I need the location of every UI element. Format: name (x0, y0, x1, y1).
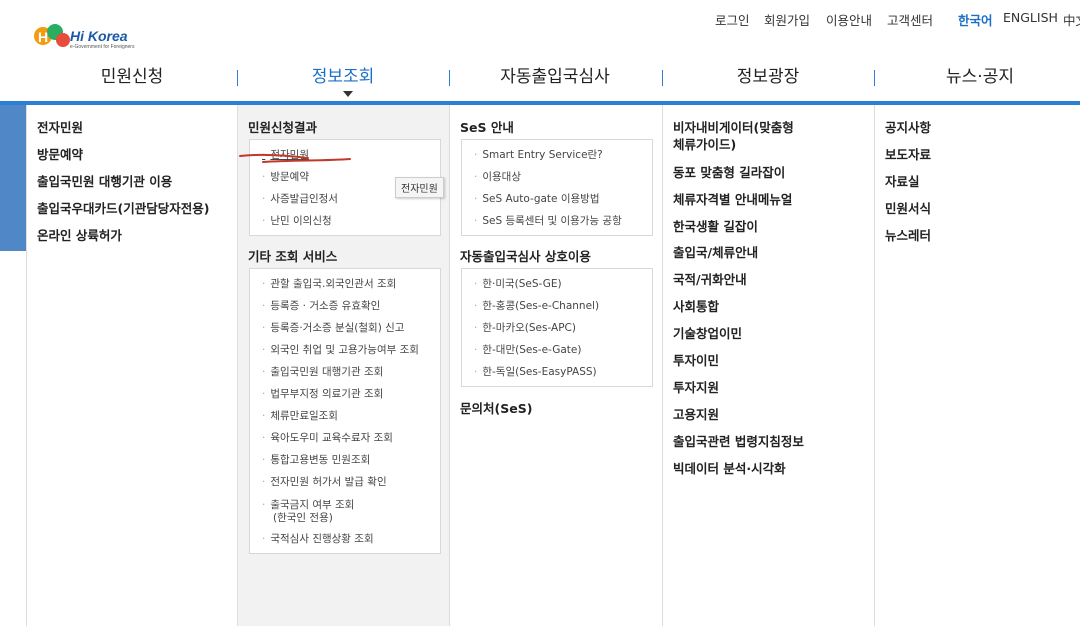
link-ses-autogate[interactable]: SeS Auto-gate 이용방법 (474, 191, 599, 206)
link-employment-change[interactable]: 통합고용변동 민원조회 (262, 452, 370, 467)
link-office-lookup[interactable]: 관할 출입국.외국인관서 조회 (262, 276, 396, 291)
link-employment-check[interactable]: 외국인 취업 및 고용가능여부 조회 (262, 342, 419, 357)
menu-ses-contact[interactable]: 문의처(SeS) (460, 398, 532, 417)
other-services-box: 관할 출입국.외국인관서 조회 등록증 · 거소증 유효확인 등록증·거소증 분… (249, 268, 441, 554)
mutual-use-box: 한·미국(SeS-GE) 한-홍콩(Ses-e-Channel) 한-마카오(S… (461, 268, 653, 387)
submenu-news-notice: 공지사항 보도자료 자료실 민원서식 뉴스레터 (874, 105, 1080, 626)
main-nav: 민원신청 정보조회 자동출입국심사 정보광장 뉴스·공지 (0, 62, 1080, 100)
menu-stay-status-manual[interactable]: 체류자격별 안내메뉴얼 (673, 189, 792, 208)
menu-civil-forms[interactable]: 민원서식 (885, 198, 931, 217)
side-tab (0, 105, 27, 251)
lang-english[interactable]: ENGLISH (1003, 10, 1058, 25)
nav-divider (662, 70, 663, 86)
nav-info-plaza[interactable]: 정보광장 (662, 62, 874, 87)
link-korea-germany[interactable]: 한-독일(Ses-EasyPASS) (474, 364, 596, 379)
utility-nav: 로그인 회원가입 이용안내 고객센터 한국어 ENGLISH 中文 (0, 10, 1080, 28)
link-korea-hongkong[interactable]: 한-홍콩(Ses-e-Channel) (474, 298, 599, 313)
hover-tooltip: 전자민원 (395, 177, 444, 198)
submenu-civil-application: 전자민원 방문예약 출입국민원 대행기관 이용 출입국우대카드(기관담당자전용)… (26, 105, 237, 626)
menu-press-releases[interactable]: 보도자료 (885, 144, 931, 163)
nav-divider (237, 70, 238, 86)
section-application-results: 민원신청결과 (248, 120, 318, 135)
menu-nationality-info[interactable]: 국적/귀화안내 (673, 269, 747, 288)
link-korea-taiwan[interactable]: 한-대만(Ses-e-Gate) (474, 342, 581, 357)
menu-investment-support[interactable]: 투자지원 (673, 377, 719, 396)
ses-guide-box: Smart Entry Service란? 이용대상 SeS Auto-gate… (461, 139, 653, 236)
nav-info-inquiry[interactable]: 정보조회 (237, 62, 449, 87)
menu-immigration-stay-info[interactable]: 출입국/체류안내 (673, 242, 758, 261)
nav-divider (874, 70, 875, 86)
logo-tagline: e-Government for Foreigners (70, 44, 135, 50)
link-stay-expiry[interactable]: 체류만료일조회 (262, 408, 338, 423)
section-other-services: 기타 조회 서비스 (248, 249, 338, 264)
nav-news-notice[interactable]: 뉴스·공지 (874, 62, 1080, 87)
link-ses-centers[interactable]: SeS 등록센터 및 이용가능 공항 (474, 213, 621, 228)
logo-brand: Hi Korea (70, 28, 128, 44)
nav-divider (449, 70, 450, 86)
menu-notices[interactable]: 공지사항 (885, 117, 931, 136)
menu-bigdata-analysis[interactable]: 빅데이터 분석·시각화 (673, 458, 786, 477)
lang-chinese[interactable]: 中文 (1063, 10, 1080, 29)
menu-startup-immigration[interactable]: 기술창업이민 (673, 323, 742, 342)
link-permit-issuance[interactable]: 전자민원 허가서 발급 확인 (262, 474, 386, 489)
support-link[interactable]: 고객센터 (887, 10, 933, 29)
exit-ban-note: (한국인 전용) (273, 512, 333, 524)
menu-newsletter[interactable]: 뉴스레터 (885, 225, 931, 244)
link-card-loss-report[interactable]: 등록증·거소증 분실(철회) 신고 (262, 320, 404, 335)
lang-korean[interactable]: 한국어 (958, 10, 993, 29)
menu-resources[interactable]: 자료실 (885, 171, 920, 190)
section-ses-guide: SeS 안내 (460, 120, 514, 135)
link-korea-macau[interactable]: 한-마카오(Ses-APC) (474, 320, 576, 335)
menu-e-civil[interactable]: 전자민원 (37, 117, 83, 136)
active-caret-icon (343, 91, 353, 97)
menu-laws-guidelines[interactable]: 출입국관련 법령지침정보 (673, 431, 804, 450)
red-scribble-annotation (239, 153, 351, 163)
link-nationality-review[interactable]: 국적심사 진행상황 조회 (262, 531, 373, 546)
submenu-info-plaza: 비자내비게이터(맞춤형 체류가이드) 동포 맞춤형 길라잡이 체류자격별 안내메… (662, 105, 874, 626)
menu-preferred-card[interactable]: 출입국우대카드(기관담당자전용) (37, 198, 209, 217)
link-refugee-appeal[interactable]: 난민 이의신청 (262, 213, 331, 228)
link-korea-usa[interactable]: 한·미국(SeS-GE) (474, 276, 561, 291)
svg-text:H: H (38, 29, 48, 45)
guide-link[interactable]: 이용안내 (826, 10, 872, 29)
link-visa-certificate[interactable]: 사증발급인정서 (262, 191, 338, 206)
menu-agency-use[interactable]: 출입국민원 대행기관 이용 (37, 171, 172, 190)
signup-link[interactable]: 회원가입 (764, 10, 810, 29)
link-ses-about[interactable]: Smart Entry Service란? (474, 147, 602, 162)
menu-visit-reservation[interactable]: 방문예약 (37, 144, 83, 163)
link-childcare-training[interactable]: 육아도우미 교육수료자 조회 (262, 430, 393, 445)
nav-civil-application[interactable]: 민원신청 (26, 62, 238, 87)
link-agency-lookup[interactable]: 출입국민원 대행기관 조회 (262, 364, 383, 379)
link-visit-result[interactable]: 방문예약 (262, 169, 309, 184)
menu-visa-navigator-line2[interactable]: 체류가이드) (673, 134, 736, 153)
link-ses-eligibility[interactable]: 이용대상 (474, 169, 521, 184)
menu-life-in-korea[interactable]: 한국생활 길잡이 (673, 216, 758, 235)
nav-auto-immigration[interactable]: 자동출입국심사 (449, 62, 661, 87)
menu-overseas-korean-guide[interactable]: 동포 맞춤형 길라잡이 (673, 162, 785, 181)
menu-investment-immigration[interactable]: 투자이민 (673, 350, 719, 369)
login-link[interactable]: 로그인 (715, 10, 750, 29)
menu-online-landing[interactable]: 온라인 상륙허가 (37, 225, 122, 244)
menu-employment-support[interactable]: 고용지원 (673, 404, 719, 423)
link-medical-institution[interactable]: 법무부지정 의료기관 조회 (262, 386, 383, 401)
submenu-auto-immigration: SeS 안내 Smart Entry Service란? 이용대상 SeS Au… (449, 105, 662, 626)
link-card-validity[interactable]: 등록증 · 거소증 유효확인 (262, 298, 380, 313)
section-mutual-use: 자동출입국심사 상호이용 (460, 249, 591, 264)
menu-social-integration[interactable]: 사회통합 (673, 296, 719, 315)
